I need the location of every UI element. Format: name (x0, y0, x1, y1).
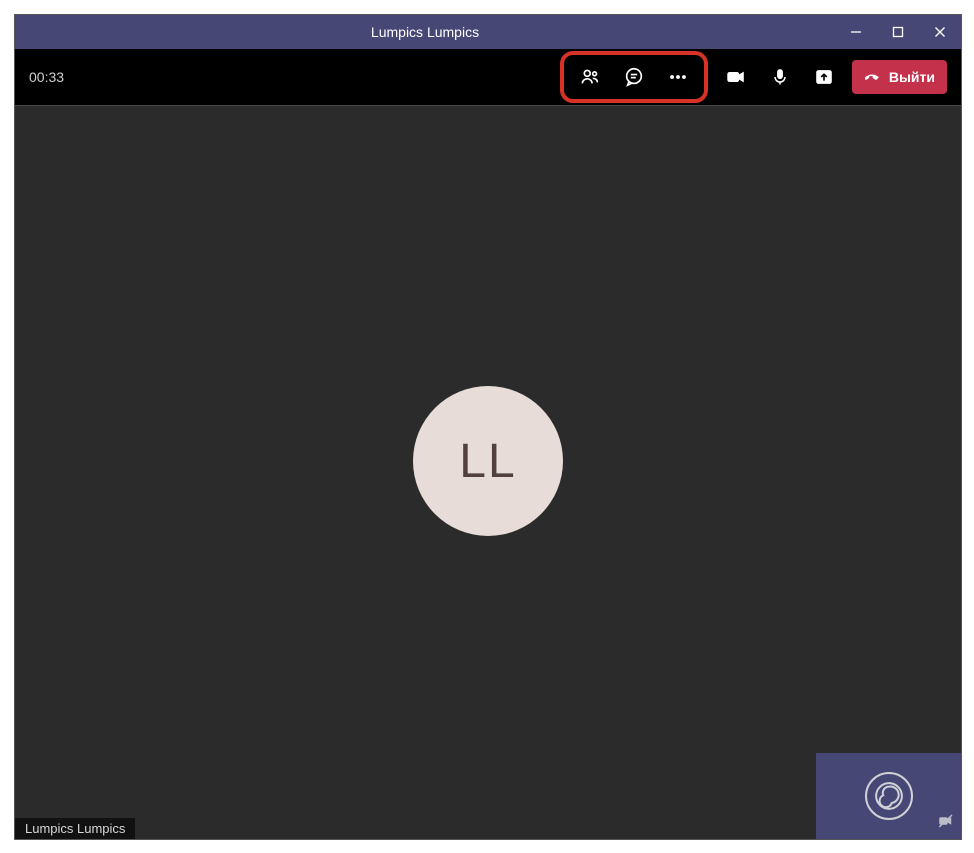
camera-button[interactable] (714, 57, 758, 97)
titlebar: Lumpics Lumpics (15, 15, 961, 49)
self-view-tile[interactable] (816, 753, 961, 839)
minimize-button[interactable] (835, 15, 877, 49)
hangup-icon (862, 66, 882, 89)
call-timer: 00:33 (29, 69, 64, 85)
participant-name-chip: Lumpics Lumpics (15, 818, 135, 839)
leave-label: Выйти (889, 69, 935, 85)
video-stage: LL Lumpics Lumpics (15, 107, 961, 839)
participants-button[interactable] (568, 57, 612, 97)
camera-off-icon (937, 812, 955, 835)
obs-icon (865, 772, 913, 820)
avatar-initials: LL (459, 434, 516, 489)
app-window: Lumpics Lumpics 00:33 (14, 14, 962, 840)
share-button[interactable] (802, 57, 846, 97)
close-button[interactable] (919, 15, 961, 49)
toolbar-divider (15, 105, 961, 106)
more-options-button[interactable] (656, 57, 700, 97)
window-title: Lumpics Lumpics (15, 24, 835, 40)
maximize-button[interactable] (877, 15, 919, 49)
leave-button[interactable]: Выйти (852, 60, 947, 94)
call-toolbar: 00:33 (15, 49, 961, 105)
participant-avatar: LL (413, 386, 563, 536)
microphone-button[interactable] (758, 57, 802, 97)
highlight-box (560, 51, 708, 103)
chat-button[interactable] (612, 57, 656, 97)
